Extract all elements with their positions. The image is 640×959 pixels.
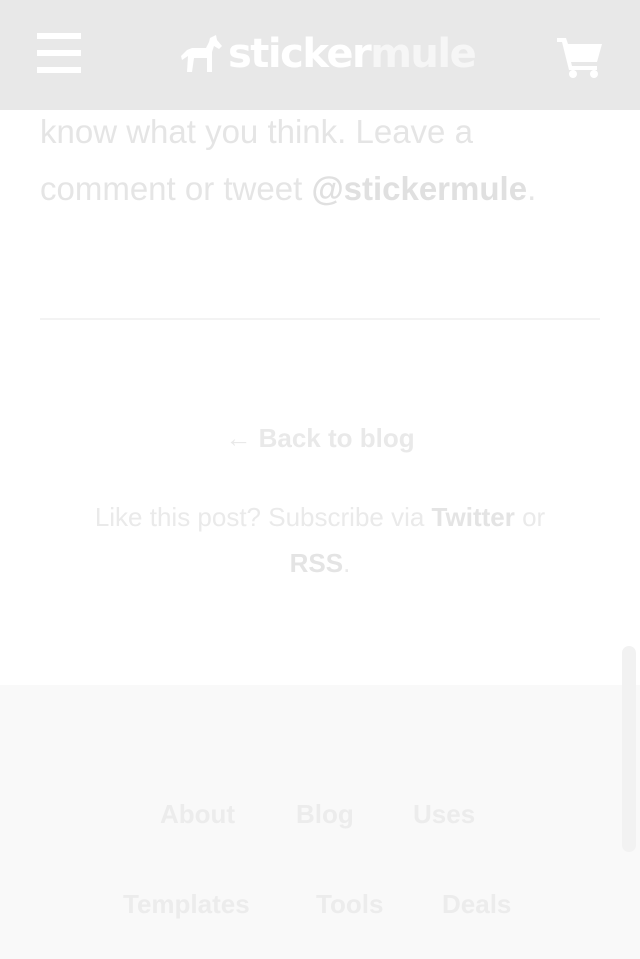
stickermule-logo[interactable]: stickermule [180,30,477,78]
footer-link-tools[interactable]: Tools [316,886,383,922]
logo-wordmark: stickermule [228,30,477,78]
logo-mule-text: mule [370,31,477,77]
footer-link-uses[interactable]: Uses [413,796,475,832]
page: stickermule know what you think. Leave a… [0,0,640,959]
hamburger-icon[interactable] [37,33,81,73]
twitter-handle-link[interactable]: @stickermule [311,170,527,207]
menu-bar [37,50,81,56]
footer-link-deals[interactable]: Deals [442,886,511,922]
article-closing-paragraph: know what you think. Leave a comment or t… [40,103,610,217]
rss-link[interactable]: RSS [290,548,343,578]
subscribe-or: or [514,502,546,532]
menu-bar [37,33,81,39]
article-line-1: know what you think. Leave a [40,113,473,150]
cart-icon-graphic [557,38,602,78]
site-footer: About Blog Uses Templates Tools Deals [0,685,640,959]
divider [40,318,600,320]
scrollbar-thumb[interactable] [622,646,636,852]
article-line-2-prefix: comment or tweet [40,170,312,207]
article-line-2-suffix: . [527,170,537,207]
footer-link-blog[interactable]: Blog [296,796,354,832]
twitter-link[interactable]: Twitter [432,502,515,532]
cart-icon[interactable] [556,34,604,78]
site-header: stickermule [0,0,640,110]
back-to-blog-label: Back to blog [258,423,415,453]
back-to-blog-link[interactable]: ← Back to blog [0,418,640,458]
left-arrow-icon: ← [225,423,252,453]
logo-sticker-text: sticker [228,31,372,77]
subscribe-text: Like this post? Subscribe via Twitter or… [60,494,580,586]
mule-icon [181,35,222,72]
footer-link-templates[interactable]: Templates [123,886,250,922]
menu-bar [37,67,81,73]
subscribe-prefix: Like this post? Subscribe via [94,502,432,532]
subscribe-suffix: . [343,548,351,578]
footer-link-about[interactable]: About [160,796,235,832]
